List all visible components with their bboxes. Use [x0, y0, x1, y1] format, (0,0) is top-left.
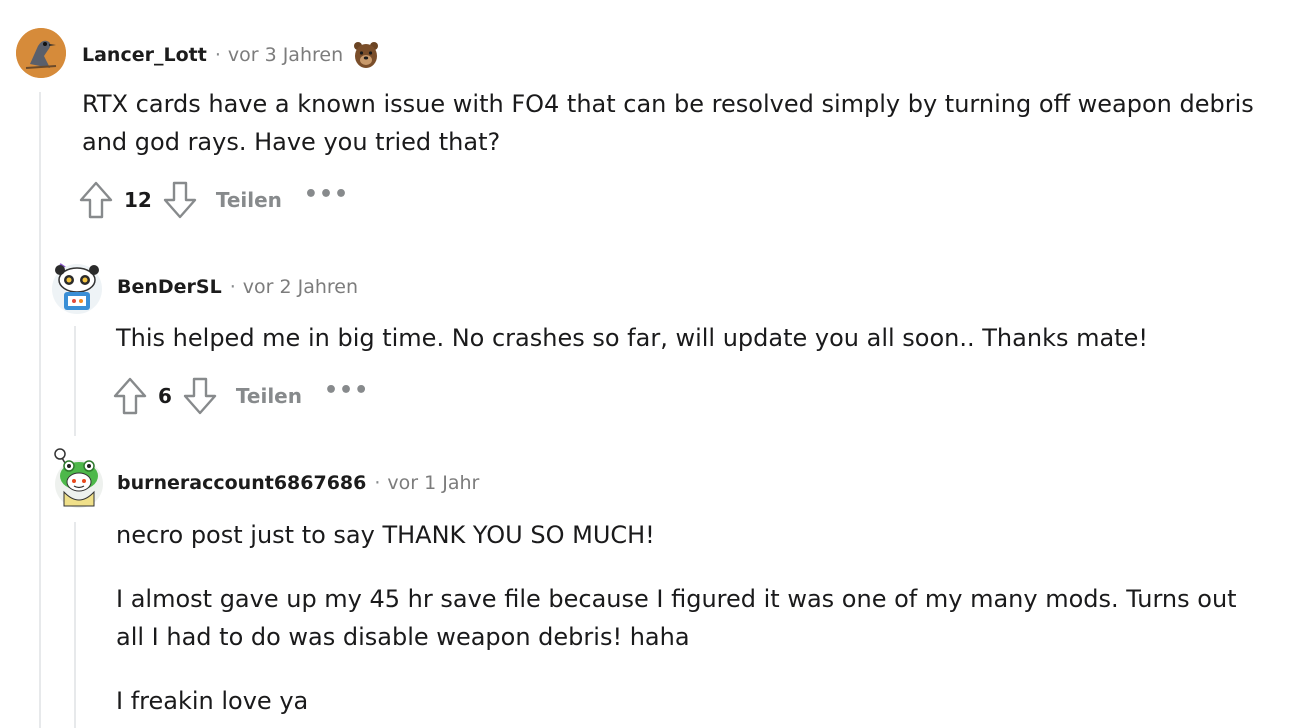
comment-meta: BenDerSL · vor 2 Jahren: [117, 276, 358, 298]
panda-snoo-avatar-icon: [52, 263, 102, 314]
separator: ·: [374, 472, 381, 494]
comment-line: and god rays. Have you tried that?: [82, 128, 501, 156]
comment-line: I almost gave up my 45 hr save file beca…: [116, 585, 1237, 613]
bear-emoji-icon: [351, 40, 381, 70]
comment-paragraph: I freakin love ya: [116, 687, 309, 715]
more-options-button[interactable]: •••: [324, 378, 369, 403]
comment-body: RTX cards have a known issue with FO4 th…: [82, 85, 1254, 161]
thread-line-1[interactable]: [39, 92, 41, 728]
separator: ·: [214, 44, 221, 66]
avatar[interactable]: [52, 446, 106, 510]
thread-line-3[interactable]: [74, 522, 76, 728]
upvote-icon[interactable]: [78, 180, 114, 220]
share-button[interactable]: Teilen: [236, 384, 302, 408]
comment-meta: burneraccount6867686 · vor 1 Jahr: [117, 472, 479, 494]
timestamp[interactable]: vor 2 Jahren: [243, 276, 358, 298]
comment-meta: Lancer_Lott · vor 3 Jahren: [82, 40, 381, 70]
frog-hood-snoo-avatar-icon: [54, 448, 103, 508]
author-name[interactable]: BenDerSL: [117, 276, 222, 298]
bird-avatar-icon: [16, 28, 66, 78]
downvote-icon[interactable]: [162, 180, 198, 220]
comment-line: RTX cards have a known issue with FO4 th…: [82, 90, 1254, 118]
comment-body: This helped me in big time. No crashes s…: [116, 319, 1148, 357]
share-button[interactable]: Teilen: [216, 188, 282, 212]
downvote-icon[interactable]: [182, 376, 218, 416]
author-name[interactable]: burneraccount6867686: [117, 472, 366, 494]
timestamp[interactable]: vor 1 Jahr: [387, 472, 479, 494]
comment-line: This helped me in big time. No crashes s…: [116, 324, 1148, 352]
vote-score: 6: [158, 384, 172, 408]
upvote-icon[interactable]: [112, 376, 148, 416]
comment-actions: 12 Teilen •••: [78, 180, 349, 220]
comment-paragraph: necro post just to say THANK YOU SO MUCH…: [116, 521, 655, 549]
avatar[interactable]: [16, 28, 66, 78]
timestamp[interactable]: vor 3 Jahren: [228, 44, 343, 66]
separator: ·: [229, 276, 236, 298]
more-options-button[interactable]: •••: [304, 182, 349, 207]
author-name[interactable]: Lancer_Lott: [82, 44, 207, 66]
thread-line-2[interactable]: [74, 326, 76, 436]
avatar[interactable]: [50, 262, 104, 316]
comment-paragraph: I almost gave up my 45 hr save file beca…: [116, 580, 1237, 656]
comment-actions: 6 Teilen •••: [112, 376, 369, 416]
vote-score: 12: [124, 188, 152, 212]
comment-line: all I had to do was disable weapon debri…: [116, 623, 690, 651]
